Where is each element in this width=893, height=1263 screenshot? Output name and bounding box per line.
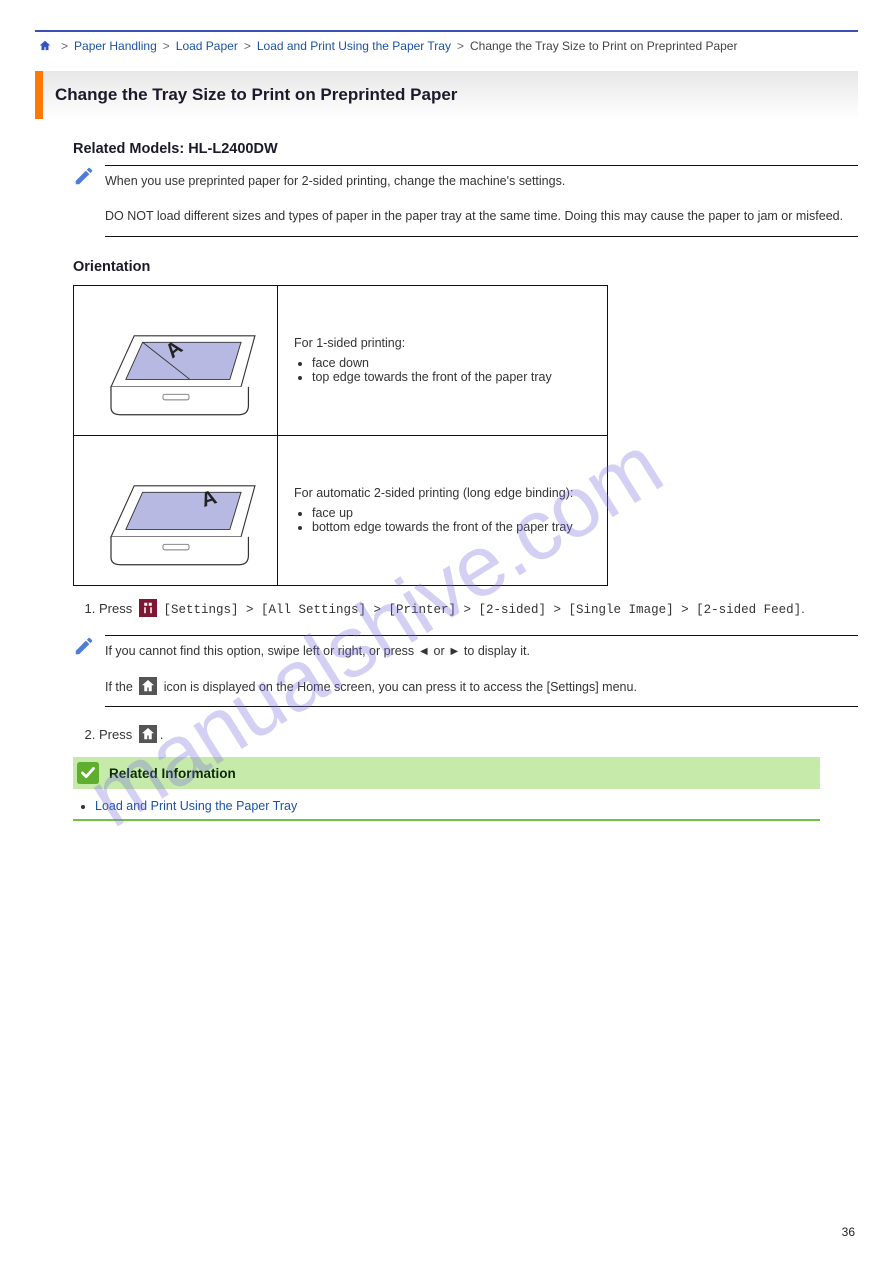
- orientation-table: A For 1-sided printing: face down top ed…: [73, 285, 608, 586]
- breadcrumb-sep-3: >: [457, 39, 464, 53]
- step-2: Press .: [99, 725, 858, 743]
- breadcrumb-link-0[interactable]: Paper Handling: [74, 39, 157, 53]
- table-row: A For 1-sided printing: face down top ed…: [74, 285, 608, 435]
- orientation-heading: Orientation: [73, 259, 858, 275]
- row2-caption: For automatic 2-sided printing (long edg…: [294, 486, 607, 500]
- title-accent: [35, 71, 43, 119]
- steps-list-2: Press .: [99, 725, 858, 743]
- note-block-1: When you use preprinted paper for 2-side…: [73, 165, 858, 237]
- steps-list: Press [Settings] > [All Settings] > [Pri…: [99, 598, 858, 621]
- header-rule: [35, 30, 858, 32]
- table-caption-2: For automatic 2-sided printing (long edg…: [278, 435, 608, 585]
- page-number: 36: [842, 1225, 855, 1239]
- note-1-text-a: When you use preprinted paper for 2-side…: [105, 166, 858, 201]
- step-1: Press [Settings] > [All Settings] > [Pri…: [99, 598, 858, 621]
- table-row: A For automatic 2-sided printing (long e…: [74, 435, 608, 585]
- step2-press: Press: [99, 727, 132, 742]
- row2-bullet-1: bottom edge towards the front of the pap…: [312, 520, 607, 534]
- row1-caption: For 1-sided printing:: [294, 336, 607, 350]
- row1-bullet-0: face down: [312, 356, 607, 370]
- tray-image-face-up: A: [74, 435, 278, 585]
- page-title: Change the Tray Size to Print on Preprin…: [55, 85, 457, 105]
- home-solid-icon-2: [139, 725, 157, 743]
- breadcrumb-sep-1: >: [163, 39, 170, 53]
- related-heading: Related Information: [109, 766, 236, 781]
- step2-period: .: [160, 727, 164, 742]
- step1-sequence: [Settings] > [All Settings] > [Printer] …: [163, 603, 801, 617]
- table-caption-1: For 1-sided printing: face down top edge…: [278, 285, 608, 435]
- breadcrumb-sep: >: [61, 39, 68, 53]
- row1-bullet-1: top edge towards the front of the paper …: [312, 370, 607, 384]
- related-link[interactable]: Load and Print Using the Paper Tray: [95, 799, 297, 813]
- breadcrumb-link-1[interactable]: Load Paper: [176, 39, 238, 53]
- home-icon[interactable]: [38, 38, 52, 53]
- related-models: Related Models: HL-L2400DW: [73, 141, 858, 157]
- related-rule: [73, 819, 820, 821]
- related-info-header: Related Information: [73, 757, 820, 789]
- step1-press: Press: [99, 601, 132, 616]
- settings-icon: [139, 598, 157, 620]
- row2-bullet-0: face up: [312, 506, 607, 520]
- note2-suffix: icon is displayed on the Home screen, yo…: [164, 680, 637, 694]
- note-block-2: If you cannot find this option, swipe le…: [73, 635, 858, 708]
- breadcrumb: > Paper Handling > Load Paper > Load and…: [35, 38, 858, 53]
- step1-period: .: [801, 601, 805, 616]
- note-2-line1: If you cannot find this option, swipe le…: [105, 636, 858, 671]
- breadcrumb-current: Change the Tray Size to Print on Preprin…: [470, 39, 738, 53]
- topic-title-bar: Change the Tray Size to Print on Preprin…: [35, 71, 858, 119]
- home-solid-icon: [139, 677, 157, 697]
- check-icon: [77, 762, 99, 784]
- list-item: Load and Print Using the Paper Tray: [95, 799, 858, 813]
- pencil-icon-2: [73, 635, 95, 708]
- related-list: Load and Print Using the Paper Tray: [95, 799, 858, 813]
- note-2-line2: If the icon is displayed on the Home scr…: [105, 671, 858, 707]
- pencil-icon: [73, 165, 95, 237]
- note-1-text-b: DO NOT load different sizes and types of…: [105, 201, 858, 236]
- breadcrumb-sep-2: >: [244, 39, 251, 53]
- note2-prefix: If the: [105, 680, 133, 694]
- tray-image-face-down: A: [74, 285, 278, 435]
- breadcrumb-link-2[interactable]: Load and Print Using the Paper Tray: [257, 39, 451, 53]
